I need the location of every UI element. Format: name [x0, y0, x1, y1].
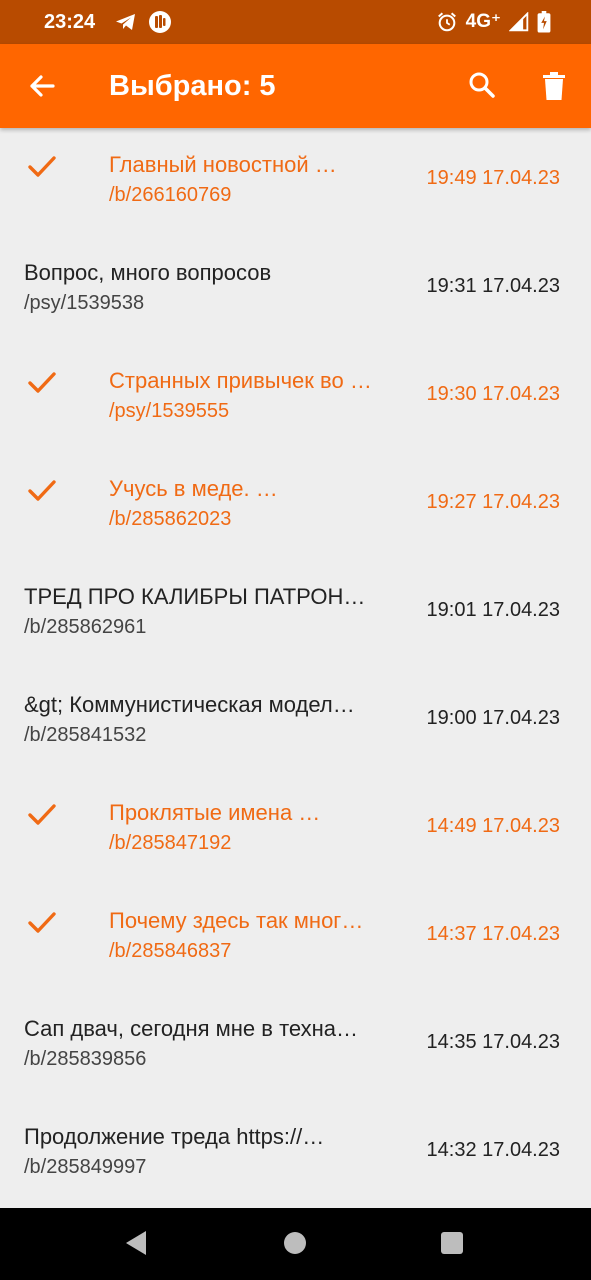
- thread-row[interactable]: Странных привычек во … /psy/1539555 19:3…: [0, 344, 591, 452]
- thread-title: Почему здесь так мног…: [109, 908, 364, 933]
- thread-row[interactable]: Вопрос, много вопросов /psy/1539538 19:3…: [0, 236, 591, 344]
- thread-title: Главный новостной …: [109, 152, 337, 177]
- thread-row[interactable]: Проклятые имена … /b/285847192 14:49 17.…: [0, 776, 591, 884]
- battery-icon: [537, 10, 551, 33]
- thread-title: Вопрос, много вопросов: [24, 260, 272, 285]
- thread-row[interactable]: Учусь в меде. … /b/285862023 19:27 17.04…: [0, 452, 591, 560]
- nav-recents-icon[interactable]: [441, 1232, 463, 1254]
- selection-count-title: Выбрано: 5: [109, 70, 276, 102]
- thread-time: 19:49 17.04.23: [426, 167, 560, 189]
- back-button[interactable]: [22, 66, 62, 106]
- thread-list[interactable]: Главный новостной … /b/266160769 19:49 1…: [0, 128, 591, 1208]
- thread-row[interactable]: Сап двач, сегодня мне в техна… /b/285839…: [0, 992, 591, 1100]
- thread-time: 19:30 17.04.23: [426, 383, 560, 405]
- checkmark-icon: [28, 480, 56, 501]
- thread-time: 19:00 17.04.23: [426, 707, 560, 729]
- thread-path: /b/285849997: [24, 1156, 147, 1178]
- thread-title: Учусь в меде. …: [109, 476, 278, 501]
- thread-path: /psy/1539555: [109, 400, 230, 422]
- thread-path: /psy/1539538: [24, 292, 145, 314]
- thread-path: /b/285847192: [109, 832, 232, 854]
- thread-row[interactable]: Почему здесь так мног… /b/285846837 14:3…: [0, 884, 591, 992]
- status-notification-icons: [114, 10, 172, 34]
- thread-path: /b/285862023: [109, 508, 232, 530]
- notification-app-icon: [149, 11, 171, 33]
- status-bar: 23:24 4G⁺: [0, 0, 591, 44]
- thread-path: /b/285839856: [24, 1048, 147, 1070]
- network-type: 4G⁺: [465, 11, 501, 32]
- thread-path: /b/285846837: [109, 940, 232, 962]
- thread-title: ТРЕД ПРО КАЛИБРЫ ПАТРОН…: [24, 584, 366, 609]
- thread-row[interactable]: &gt; Коммунистическая модел… /b/28584153…: [0, 668, 591, 776]
- thread-time: 19:27 17.04.23: [426, 491, 560, 513]
- app-bar: Выбрано: 5: [0, 44, 591, 128]
- nav-back-icon[interactable]: [124, 1230, 148, 1256]
- checkmark-icon: [28, 156, 56, 177]
- telegram-icon: [116, 14, 135, 30]
- thread-row[interactable]: Продолжение треда https://… /b/285849997…: [0, 1100, 591, 1208]
- back-arrow-icon: [30, 75, 55, 97]
- thread-row[interactable]: ТРЕД ПРО КАЛИБРЫ ПАТРОН… /b/285862961 19…: [0, 560, 591, 668]
- checkmark-icon: [28, 804, 56, 825]
- status-system-icons: 4G⁺: [436, 10, 551, 33]
- thread-path: /b/266160769: [109, 184, 232, 206]
- status-time: 23:24: [44, 11, 96, 33]
- thread-title: Проклятые имена …: [109, 800, 321, 825]
- system-nav-bar: [0, 1208, 591, 1280]
- thread-time: 14:32 17.04.23: [426, 1139, 560, 1161]
- thread-title: &gt; Коммунистическая модел…: [24, 692, 355, 717]
- nav-home-icon[interactable]: [284, 1232, 306, 1254]
- thread-path: /b/285862961: [24, 616, 147, 638]
- signal-icon: [509, 11, 529, 31]
- checkmark-icon: [28, 912, 56, 933]
- thread-time: 14:49 17.04.23: [426, 815, 560, 837]
- thread-row[interactable]: Главный новостной … /b/266160769 19:49 1…: [0, 128, 591, 236]
- thread-time: 14:37 17.04.23: [426, 923, 560, 945]
- thread-time: 19:01 17.04.23: [426, 599, 560, 621]
- search-button[interactable]: [462, 66, 502, 106]
- alarm-icon: [437, 12, 456, 31]
- search-icon: [469, 72, 495, 98]
- checkmark-icon: [28, 372, 56, 393]
- thread-title: Продолжение треда https://…: [24, 1124, 325, 1149]
- delete-button[interactable]: [534, 66, 574, 106]
- thread-time: 14:35 17.04.23: [426, 1031, 560, 1053]
- thread-title: Странных привычек во …: [109, 368, 372, 393]
- thread-path: /b/285841532: [24, 724, 147, 746]
- trash-icon: [543, 72, 565, 100]
- thread-time: 19:31 17.04.23: [426, 275, 560, 297]
- thread-title: Сап двач, сегодня мне в техна…: [24, 1016, 359, 1041]
